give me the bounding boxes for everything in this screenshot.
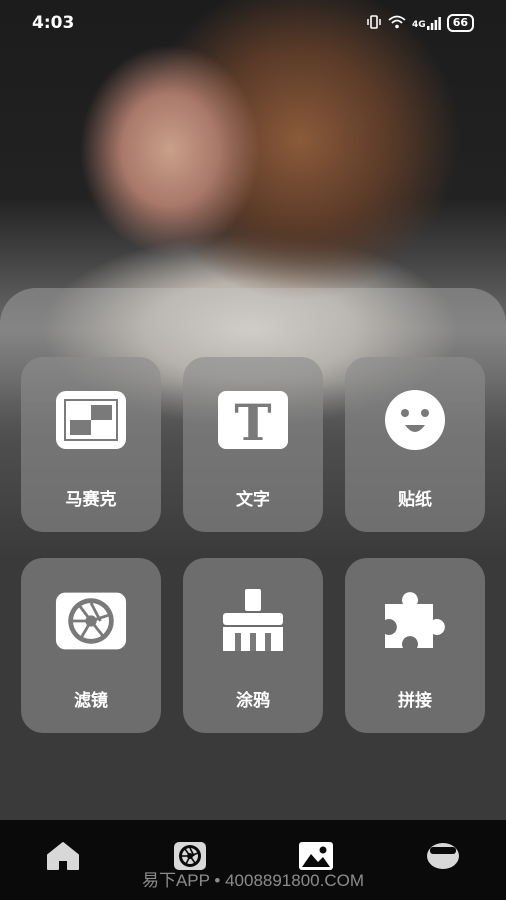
status-bar: 4:03 4G 66 (0, 0, 506, 46)
mosaic-tool-button[interactable]: 马赛克 (21, 357, 161, 532)
watermark: 易下APP • 4008891800.COM (141, 871, 365, 890)
tool-label: 涂鸦 (236, 691, 270, 711)
tool-label: 贴纸 (398, 490, 432, 510)
aperture-filter-icon (55, 590, 127, 652)
doodle-tool-button[interactable]: 涂鸦 (183, 558, 323, 733)
filter-tool-button[interactable]: 滤镜 (21, 558, 161, 733)
text-tool-button[interactable]: T 文字 (183, 357, 323, 532)
network-type: 4G (412, 19, 426, 30)
smiley-sticker-icon (379, 389, 451, 451)
sticker-tool-button[interactable]: 贴纸 (345, 357, 485, 532)
wifi-icon (388, 15, 406, 32)
text-icon-glyph: T (234, 393, 271, 450)
puzzle-icon (379, 590, 451, 652)
status-icons: 4G 66 (366, 14, 474, 32)
signal-icon: 4G (412, 16, 441, 30)
status-time: 4:03 (32, 13, 75, 33)
collage-tool-button[interactable]: 拼接 (345, 558, 485, 733)
tool-label: 文字 (236, 490, 270, 510)
mosaic-icon (55, 389, 127, 451)
tool-label: 拼接 (398, 691, 432, 711)
battery-icon: 66 (446, 14, 474, 32)
brush-icon (217, 589, 289, 652)
tools-grid: 马赛克 T 文字 贴纸 滤镜 涂鸦 拼接 (21, 357, 485, 733)
tool-label: 滤镜 (74, 691, 108, 711)
tool-label: 马赛克 (65, 490, 117, 510)
vibrate-icon (366, 14, 382, 32)
text-icon: T (217, 389, 289, 451)
